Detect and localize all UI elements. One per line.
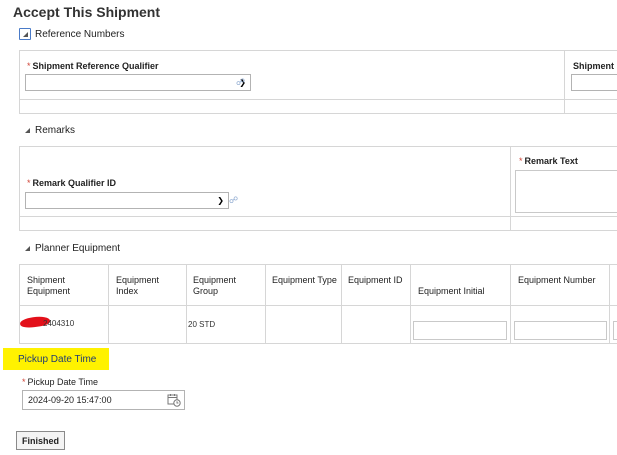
column-header-equipment-type: Equipment Type (272, 275, 337, 285)
collapse-triangle-icon[interactable] (25, 128, 30, 133)
section-header-reference-numbers[interactable]: Reference Numbers (19, 28, 124, 40)
column-header-equipment-number: Equipment Number (518, 275, 596, 285)
section-title: Remarks (35, 125, 76, 136)
section-header-planner-equipment[interactable]: Planner Equipment (25, 243, 120, 254)
pickup-date-time-input[interactable]: 2024-09-20 15:47:00 (22, 390, 185, 410)
link-icon[interactable]: ☍ (236, 77, 245, 88)
equipment-group-cell: 20 STD (188, 320, 216, 329)
column-header-equipment-initial: Equipment Initial (418, 286, 485, 296)
extra-column-input[interactable] (613, 321, 617, 340)
chevron-down-icon: ❯ (217, 196, 224, 205)
column-header-shipment-equipment: Shipment Equipment (27, 275, 71, 296)
pickup-date-time-label: * Pickup Date Time (22, 377, 99, 387)
equipment-initial-input[interactable] (413, 321, 507, 340)
collapse-triangle-icon[interactable] (19, 28, 31, 40)
remark-text-area[interactable] (515, 170, 617, 213)
column-header-equipment-index: Equipment Index (116, 275, 160, 296)
reference-numbers-panel: * Shipment Reference Qualifier ❯ ☍ Shipme… (19, 50, 617, 114)
collapse-triangle-icon[interactable] (25, 246, 30, 251)
remark-text-label: * Remark Text (519, 156, 578, 166)
shipment-equipment-cell: 2404310 (43, 319, 75, 328)
remark-qualifier-id-label: * Remark Qualifier ID (27, 178, 117, 188)
section-title-pickup-date-time: Pickup Date Time (18, 354, 97, 365)
section-title: Reference Numbers (35, 28, 125, 40)
section-title: Planner Equipment (35, 243, 121, 254)
shipment-reference-qualifier-label: * Shipment Reference Qualifier (27, 61, 159, 71)
shipment-label: Shipment (573, 61, 615, 71)
column-header-equipment-group: Equipment Group (193, 275, 237, 296)
planner-equipment-table: Shipment Equipment Equipment Index Equip… (19, 264, 617, 344)
page-title: Accept This Shipment (13, 4, 161, 20)
remark-qualifier-id-select[interactable]: ❯ (25, 192, 229, 209)
table-row: 2404310 (19, 314, 108, 332)
finished-button[interactable]: Finished (16, 431, 65, 450)
remarks-panel: * Remark Qualifier ID ❯ ☍ * Remark Text (19, 146, 617, 231)
column-header-equipment-id: Equipment ID (348, 275, 403, 285)
equipment-number-input[interactable] (514, 321, 607, 340)
link-icon[interactable]: ☍ (229, 195, 238, 206)
section-header-remarks[interactable]: Remarks (25, 125, 75, 136)
pickup-date-time-value: 2024-09-20 15:47:00 (28, 395, 112, 405)
shipment-reference-input[interactable] (571, 74, 617, 91)
calendar-clock-icon[interactable] (167, 393, 181, 407)
shipment-reference-qualifier-select[interactable]: ❯ (25, 74, 251, 91)
